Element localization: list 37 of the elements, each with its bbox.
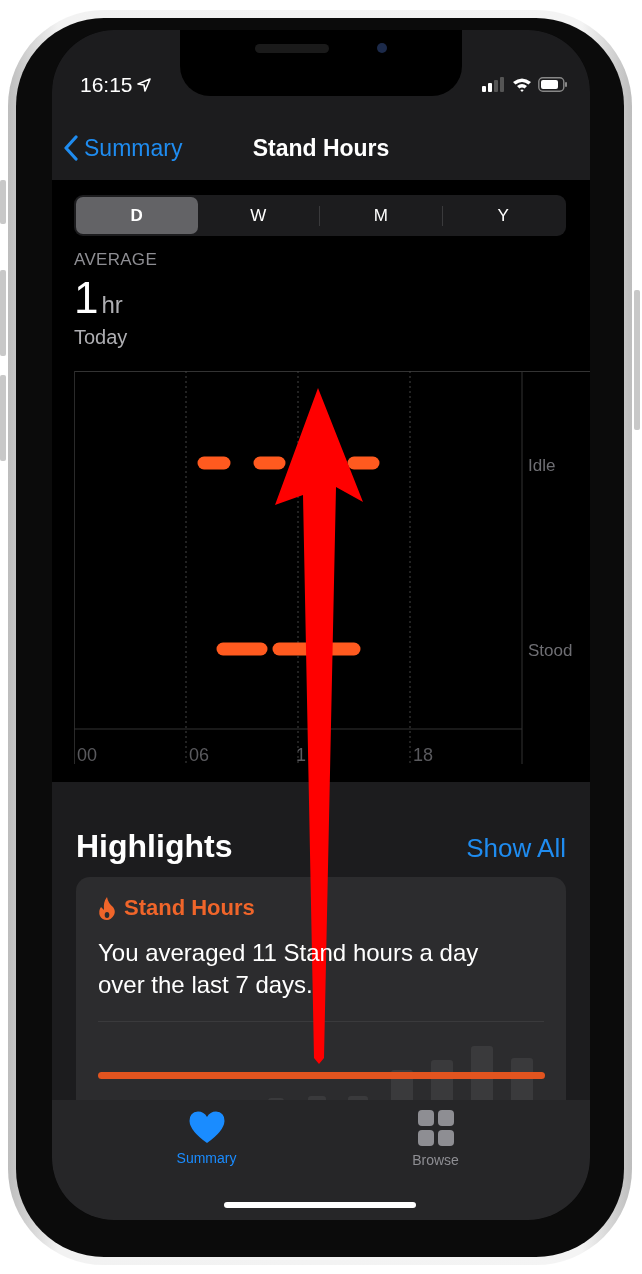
- location-arrow-icon: [136, 78, 151, 92]
- stand-bar: [253, 456, 286, 470]
- tab-bar-item[interactable]: Browse: [390, 1110, 481, 1168]
- flame-icon: [98, 896, 116, 920]
- back-button[interactable]: Summary: [64, 134, 183, 162]
- unit-label: hr: [101, 291, 123, 319]
- tab-label: Browse: [412, 1152, 459, 1168]
- card-title: Stand Hours: [124, 895, 255, 921]
- tab-label: Summary: [176, 1150, 237, 1166]
- grid-icon: [417, 1110, 454, 1146]
- chevron-left-icon: [64, 135, 78, 161]
- axis-label: 18: [413, 745, 434, 764]
- stand-bar: [197, 456, 231, 470]
- tab-bar-item[interactable]: Summary: [161, 1110, 252, 1166]
- row-label: Idle: [528, 456, 556, 475]
- stand-bar: [216, 642, 268, 656]
- segment-tab[interactable]: D: [76, 197, 198, 234]
- row-label: Stood: [528, 641, 573, 660]
- segment-tab[interactable]: W: [197, 197, 319, 234]
- heart-icon: [187, 1110, 226, 1144]
- stand-bar: [347, 456, 380, 470]
- screen-title: Stand Hours: [252, 134, 390, 162]
- segment-tab[interactable]: M: [320, 197, 442, 234]
- period-label: Today: [74, 326, 129, 349]
- axis-label: 00: [77, 745, 98, 764]
- battery-icon: [538, 76, 568, 92]
- average-label: AVERAGE: [74, 250, 159, 270]
- show-all-link[interactable]: Show All: [466, 833, 566, 864]
- average-value: 1: [74, 276, 99, 320]
- signal-icon: [482, 76, 506, 92]
- segment-tab[interactable]: Y: [442, 197, 564, 234]
- clock-time: 16:15: [80, 73, 133, 97]
- wifi-icon: [512, 76, 532, 92]
- axis-label: 06: [189, 745, 210, 764]
- axis-label: 1: [296, 745, 306, 764]
- section-title: Highlights: [76, 828, 233, 865]
- camera-lens: [377, 43, 387, 53]
